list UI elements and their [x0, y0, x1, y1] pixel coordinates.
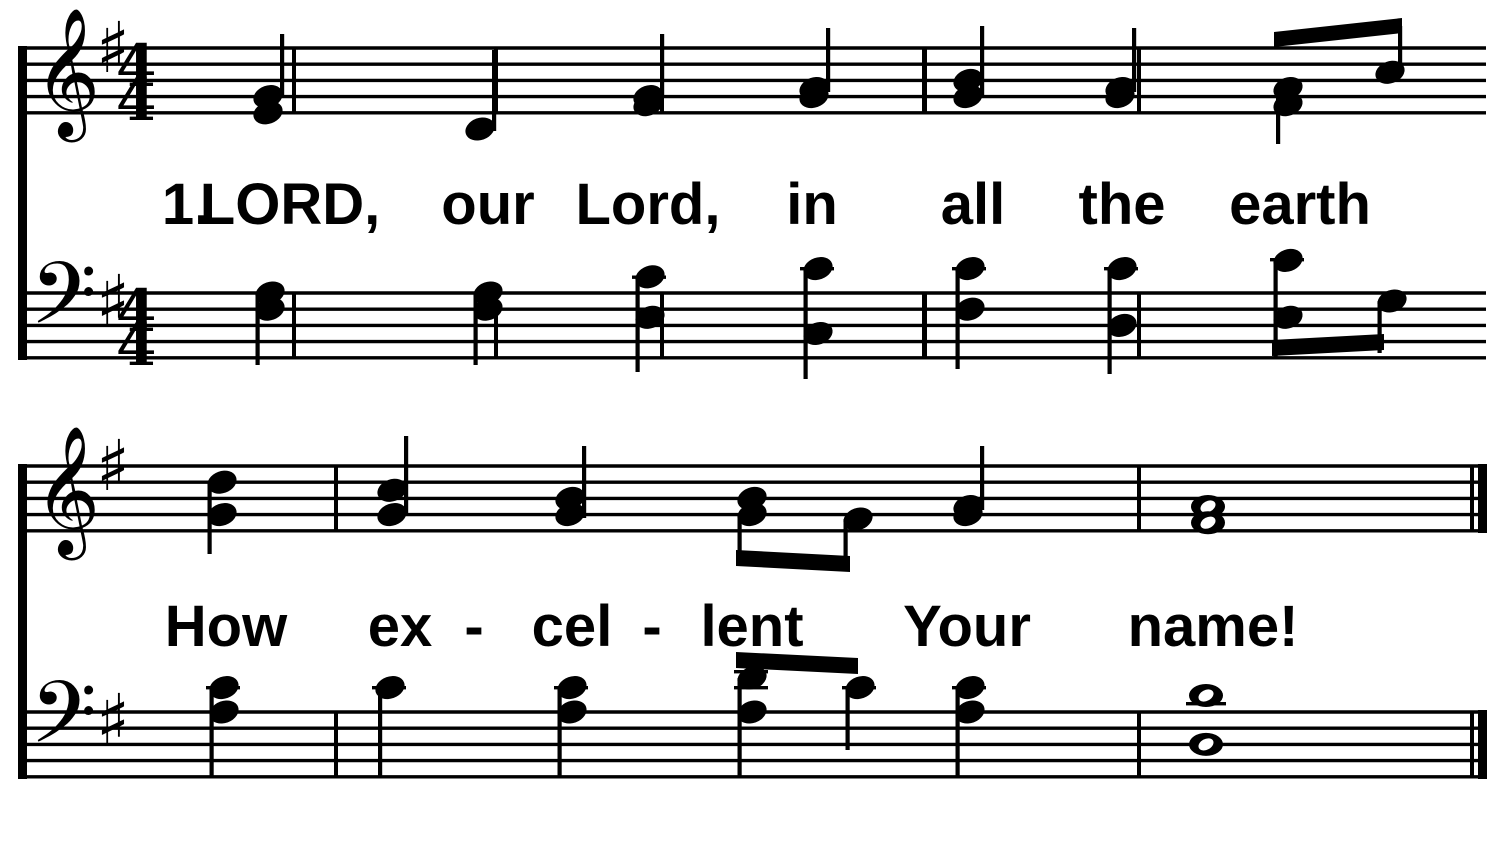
- beam: [1274, 18, 1402, 47]
- lyric-syllable: lent: [700, 594, 804, 659]
- bass-notes-2: [206, 652, 1226, 776]
- beam: [736, 550, 850, 572]
- lyric-syllable: LORD,: [199, 172, 381, 237]
- treble-clef-icon: 𝄞: [34, 425, 100, 561]
- system-brace-1: [18, 46, 27, 360]
- lyric-hyphen: -: [642, 594, 662, 659]
- key-signature-sharp-icon: ♯: [96, 425, 130, 507]
- treble-notes-2: [207, 436, 1225, 572]
- lyric-syllable: name!: [1127, 594, 1299, 659]
- system-brace-2: [18, 464, 27, 779]
- lyric-syllable: Lord,: [575, 172, 721, 237]
- bass-clef-icon: 𝄢: [30, 662, 97, 784]
- lyric-syllable: Your: [903, 594, 1031, 659]
- beam: [1272, 334, 1384, 356]
- music-system-2: 𝄞 ♯ 𝄢 ♯ How ex - cel - lent Your name!: [0, 420, 1500, 845]
- bass-clef-icon: 𝄢: [30, 243, 97, 365]
- whole-note-chord: [1186, 684, 1226, 756]
- time-signature-denominator: 4: [116, 311, 156, 379]
- music-system-1: 𝄞 ♯ 4 4 𝄢 ♯ 4 4 1. LORD, our Lord, in al…: [0, 0, 1500, 420]
- lyric-syllable: the: [1078, 172, 1166, 237]
- lyric-hyphen: -: [464, 594, 484, 659]
- lyric-syllable: How: [164, 594, 288, 659]
- bass-staff-lines-1: [22, 291, 1486, 360]
- treble-clef-icon: 𝄞: [34, 7, 100, 143]
- lyric-syllable: cel: [531, 594, 613, 659]
- lyric-syllable: in: [786, 172, 838, 237]
- sheet-music-page: 𝄞 ♯ 4 4 𝄢 ♯ 4 4 1. LORD, our Lord, in al…: [0, 0, 1500, 845]
- lyric-syllable: earth: [1229, 172, 1371, 237]
- whole-note-chord: [1191, 495, 1225, 535]
- treble-staff-lines-1: [22, 46, 1486, 115]
- time-signature-denominator: 4: [116, 66, 156, 134]
- lyric-syllable: our: [441, 172, 535, 237]
- lyric-syllable: ex: [367, 594, 433, 659]
- key-signature-sharp-icon: ♯: [96, 679, 130, 761]
- lyric-syllable: all: [940, 172, 1006, 237]
